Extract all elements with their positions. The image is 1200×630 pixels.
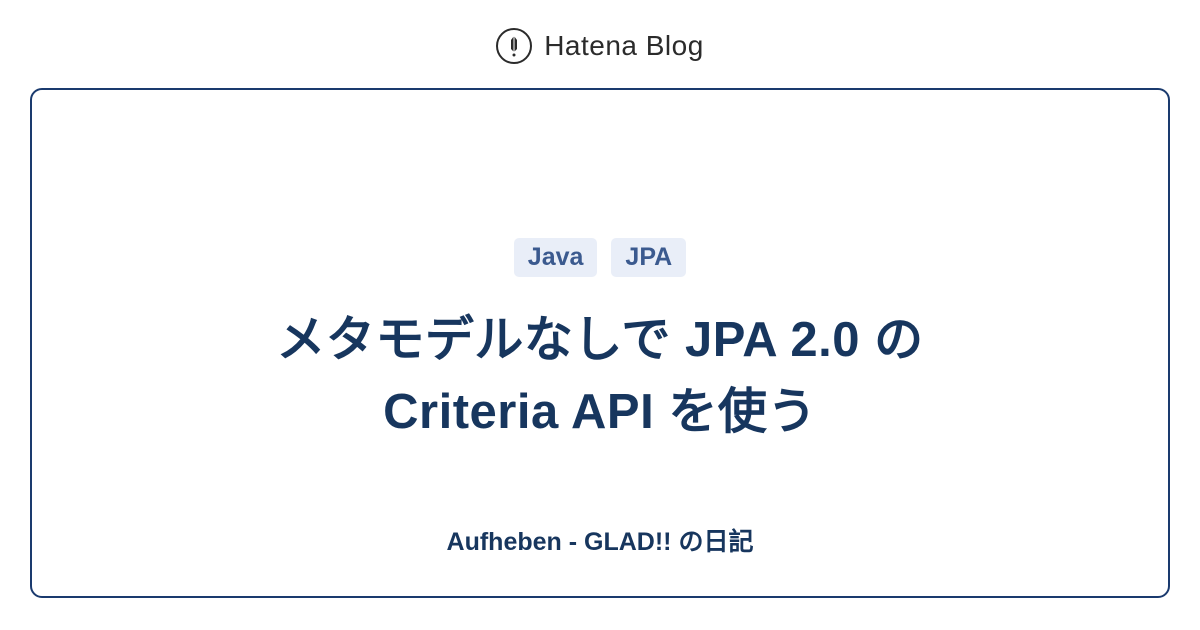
hatena-logo-icon bbox=[496, 28, 532, 64]
tag-item: JPA bbox=[611, 238, 686, 277]
title-line-1: メタモデルなしで JPA 2.0 の bbox=[276, 313, 923, 367]
article-title: メタモデルなしで JPA 2.0 の Criteria API を使う bbox=[276, 305, 923, 447]
article-card: Java JPA メタモデルなしで JPA 2.0 の Criteria API… bbox=[30, 88, 1170, 598]
brand-name: Hatena Blog bbox=[544, 30, 704, 62]
title-line-2: Criteria API を使う bbox=[383, 385, 817, 439]
tag-list: Java JPA bbox=[514, 238, 686, 277]
blog-name: Aufheben - GLAD!! の日記 bbox=[447, 522, 754, 558]
site-header: Hatena Blog bbox=[496, 0, 704, 88]
tag-item: Java bbox=[514, 238, 598, 277]
